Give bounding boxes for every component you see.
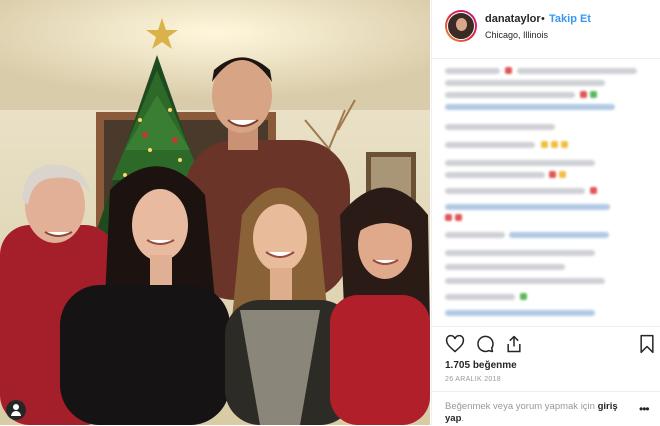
blurred-emoji — [580, 91, 587, 98]
blurred-text — [445, 250, 595, 256]
blurred-text — [445, 80, 605, 86]
blurred-text — [445, 232, 505, 238]
blurred-emoji — [541, 141, 548, 148]
more-options-icon[interactable]: ••• — [639, 402, 650, 416]
login-prompt: Beğenmek veya yorum yapmak için giriş ya… — [445, 401, 630, 425]
blurred-emoji — [455, 214, 462, 221]
story-ring[interactable] — [445, 10, 477, 42]
comment-footer: Beğenmek veya yorum yapmak için giriş ya… — [432, 391, 660, 426]
blurred-text — [445, 92, 575, 98]
user-tag-icon[interactable] — [6, 400, 26, 420]
blurred-emoji — [590, 187, 597, 194]
likes-count[interactable]: 1.705 beğenme — [445, 360, 517, 371]
blurred-text — [445, 278, 605, 284]
blurred-text — [445, 68, 500, 74]
blurred-emoji — [520, 293, 527, 300]
blurred-hashtags — [445, 204, 610, 210]
post-photo[interactable] — [0, 0, 430, 425]
avatar[interactable] — [447, 12, 475, 40]
instagram-post: danataylor • Takip Et Chicago, Illinois — [0, 0, 660, 425]
blurred-text — [517, 68, 637, 74]
login-suffix: . — [461, 413, 465, 424]
follow-button[interactable]: Takip Et — [549, 13, 591, 25]
bookmark-icon[interactable] — [637, 334, 657, 354]
username-link[interactable]: danataylor — [485, 13, 541, 25]
blurred-hashtags — [445, 104, 615, 110]
blurred-text — [445, 142, 535, 148]
blurred-text — [445, 160, 595, 166]
blurred-emoji — [549, 171, 556, 178]
login-prompt-text: Beğenmek veya yorum yapmak için — [445, 401, 595, 412]
blurred-text — [445, 188, 585, 194]
heart-icon[interactable] — [445, 334, 465, 354]
share-icon[interactable] — [504, 334, 524, 354]
blurred-emoji — [551, 141, 558, 148]
blurred-emoji — [445, 214, 452, 221]
post-header: danataylor • Takip Et Chicago, Illinois — [432, 0, 660, 59]
blurred-text — [445, 172, 545, 178]
blurred-emoji — [559, 171, 566, 178]
likes-number: 1.705 — [445, 360, 471, 371]
blurred-emoji — [561, 141, 568, 148]
family-christmas-photo — [0, 0, 430, 425]
blurred-hashtags — [509, 232, 609, 238]
blurred-text — [445, 124, 555, 130]
likes-label: beğenme — [472, 360, 517, 371]
blurred-emoji — [505, 67, 512, 74]
blurred-emoji — [590, 91, 597, 98]
separator-dot: • — [541, 13, 545, 25]
post-sidebar: danataylor • Takip Et Chicago, Illinois — [431, 0, 660, 425]
caption-blurred — [445, 64, 653, 322]
blurred-text — [445, 294, 515, 300]
action-bar — [432, 326, 660, 359]
post-date: 26 ARALIK 2018 — [445, 376, 501, 383]
comment-icon[interactable] — [475, 334, 495, 354]
blurred-hashtags — [445, 310, 595, 316]
location-link[interactable]: Chicago, Illinois — [485, 30, 548, 40]
blurred-text — [445, 264, 565, 270]
